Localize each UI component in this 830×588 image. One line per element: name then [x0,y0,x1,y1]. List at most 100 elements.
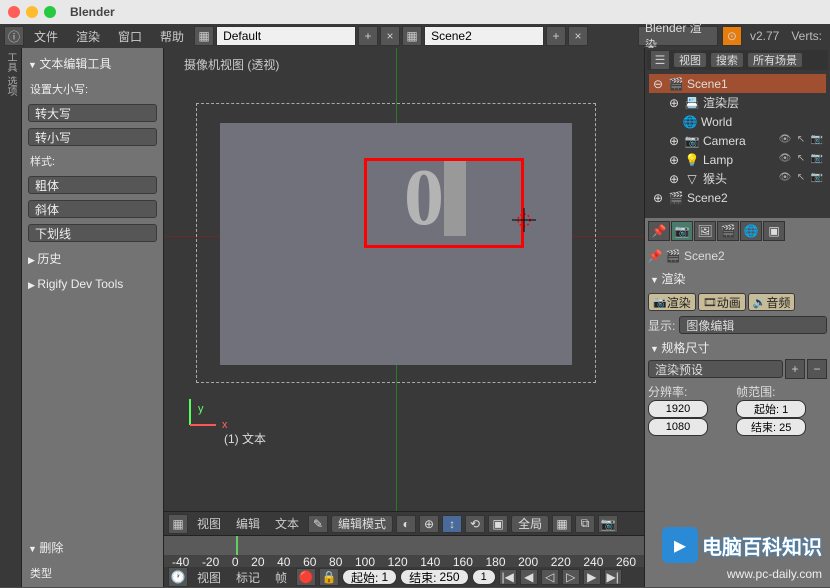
lamp-icon: 💡 [685,153,699,167]
scene-icon: 🎬 [669,191,683,205]
timeline-cursor[interactable] [236,536,238,555]
tab-object-icon[interactable]: ▣ [763,221,785,241]
tree-renderlayers[interactable]: ⊕📇渲染层 [649,93,826,112]
info-editor-icon[interactable]: ⓘ [4,26,24,46]
layers-icon[interactable]: ▦ [552,515,572,533]
render-engine-select[interactable]: Blender 渲染 [638,26,718,46]
tl-menu-view[interactable]: 视图 [191,567,227,588]
manipulator-translate-icon[interactable]: ↕ [442,515,462,533]
render-preview-icon[interactable]: 📷 [598,515,618,533]
screen-layout-field[interactable]: Default [216,26,356,46]
end-frame-field[interactable]: 结束: 250 [400,569,468,585]
tl-menu-frame[interactable]: 帧 [269,567,293,588]
play-icon[interactable]: ▷ [562,569,580,585]
start-frame-field[interactable]: 起始: 1 [342,569,397,585]
prev-keyframe-icon[interactable]: ◀ [520,569,538,585]
jump-start-icon[interactable]: |◀ [499,569,517,585]
render-button[interactable]: 📷渲染 [648,293,696,311]
menu-render[interactable]: 渲染 [68,26,108,47]
pivot-icon[interactable]: ⊕ [419,515,439,533]
res-y-field[interactable]: 1080 [648,418,708,436]
outliner-search[interactable]: 搜索 [710,52,744,68]
manipulator-scale-icon[interactable]: ▣ [488,515,508,533]
menu-window[interactable]: 窗口 [110,26,150,47]
tree-scene2[interactable]: ⊕🎬Scene2 [649,188,826,207]
panel-delete[interactable]: 删除 [26,536,159,559]
pin-icon[interactable]: 📌 [648,249,662,263]
bold-button[interactable]: 粗体 [28,176,157,194]
tl-menu-marker[interactable]: 标记 [230,567,266,588]
menu-help[interactable]: 帮助 [152,26,192,47]
3d-menu-edit[interactable]: 编辑 [230,513,266,534]
panel-history[interactable]: 历史 [26,247,159,270]
manipulator-rotate-icon[interactable]: ⟲ [465,515,485,533]
scene-browse-icon[interactable]: ▦ [402,26,422,46]
minimize-window-icon[interactable] [26,6,38,18]
tab-layers-icon[interactable]: 🖼 [694,221,716,241]
tab-world-icon[interactable]: 🌐 [740,221,762,241]
current-frame-field[interactable]: 1 [472,569,496,585]
panel-text-tools[interactable]: 文本编辑工具 [26,52,159,75]
play-reverse-icon[interactable]: ◁ [541,569,559,585]
preset-add-icon[interactable]: + [785,359,805,379]
screen-browse-icon[interactable]: ▦ [194,26,214,46]
orientation-select[interactable]: 全局 [511,515,549,533]
snap-icon[interactable]: ⧉ [575,515,595,533]
maximize-window-icon[interactable] [44,6,56,18]
animation-button[interactable]: 🎞动画 [698,293,746,311]
timeline-editor-icon[interactable]: 🕐 [168,567,188,587]
italic-button[interactable]: 斜体 [28,200,157,218]
editor-type-icon[interactable]: ▦ [168,514,188,534]
outliner-menu-view[interactable]: 视图 [673,52,707,68]
3d-viewport[interactable]: 摄像机视图 (透视) 0 y x (1) 文本 [164,48,644,511]
3d-menu-text[interactable]: 文本 [269,513,305,534]
watermark-url: www.pc-daily.com [727,567,822,581]
close-window-icon[interactable] [8,6,20,18]
menu-file[interactable]: 文件 [26,26,66,47]
viewport-shading-icon[interactable]: ◐ [396,515,416,533]
tab-tools[interactable]: 工具 [3,52,18,72]
tree-world[interactable]: 🌐World [649,112,826,131]
frame-end-field[interactable]: 结束: 25 [736,418,806,436]
tree-monkey[interactable]: ⊕▽猴头👁↖📷 [649,169,826,188]
panel-render[interactable]: 渲染 [648,267,827,290]
tab-options[interactable]: 选项 [3,76,18,96]
tree-camera[interactable]: ⊕📷Camera👁↖📷 [649,131,826,150]
frame-start-field[interactable]: 起始: 1 [736,400,806,418]
to-upper-button[interactable]: 转大写 [28,104,157,122]
stats-label: Verts: [787,29,826,43]
panel-dimensions[interactable]: 规格尺寸 [648,336,827,359]
lock-icon[interactable]: 🔒 [319,568,339,586]
3d-cursor-icon [512,208,536,232]
3d-menu-view[interactable]: 视图 [191,513,227,534]
audio-button[interactable]: 🔊音频 [748,293,796,311]
tree-lamp[interactable]: ⊕💡Lamp👁↖📷 [649,150,826,169]
scene-add-icon[interactable]: + [546,26,566,46]
jump-end-icon[interactable]: ▶| [604,569,622,585]
screen-add-icon[interactable]: + [358,26,378,46]
display-mode-select[interactable]: 图像编辑 [679,316,827,334]
to-lower-button[interactable]: 转小写 [28,128,157,146]
tab-render-icon[interactable]: 📌 [648,221,670,241]
timeline-area[interactable]: -40-200204060801001201401601802002202402… [164,535,644,587]
tool-shelf: 文本编辑工具 设置大小写: 转大写 转小写 样式: 粗体 斜体 下划线 历史 R… [22,48,164,587]
tree-scene1[interactable]: ⊖🎬Scene1 [649,74,826,93]
mode-select[interactable]: 编辑模式 [331,515,393,533]
outliner-editor-icon[interactable]: ☰ [650,50,670,70]
autokey-icon[interactable]: 🔴 [296,568,316,586]
screen-delete-icon[interactable]: × [380,26,400,46]
panel-rigify[interactable]: Rigify Dev Tools [26,274,159,294]
tab-render-active-icon[interactable]: 📷 [671,221,693,241]
watermark-brand: 电脑百科知识 [702,531,822,560]
scene-field[interactable]: Scene2 [424,26,544,46]
mode-icon[interactable]: ✎ [308,515,328,533]
render-preset-select[interactable]: 渲染预设 [648,360,783,378]
outliner-filter[interactable]: 所有场景 [747,52,803,68]
preset-remove-icon[interactable]: − [807,359,827,379]
scene-delete-icon[interactable]: × [568,26,588,46]
res-x-field[interactable]: 1920 [648,400,708,418]
tab-scene-icon[interactable]: 🎬 [717,221,739,241]
underline-button[interactable]: 下划线 [28,224,157,242]
next-keyframe-icon[interactable]: ▶ [583,569,601,585]
window-title: Blender [70,5,115,19]
